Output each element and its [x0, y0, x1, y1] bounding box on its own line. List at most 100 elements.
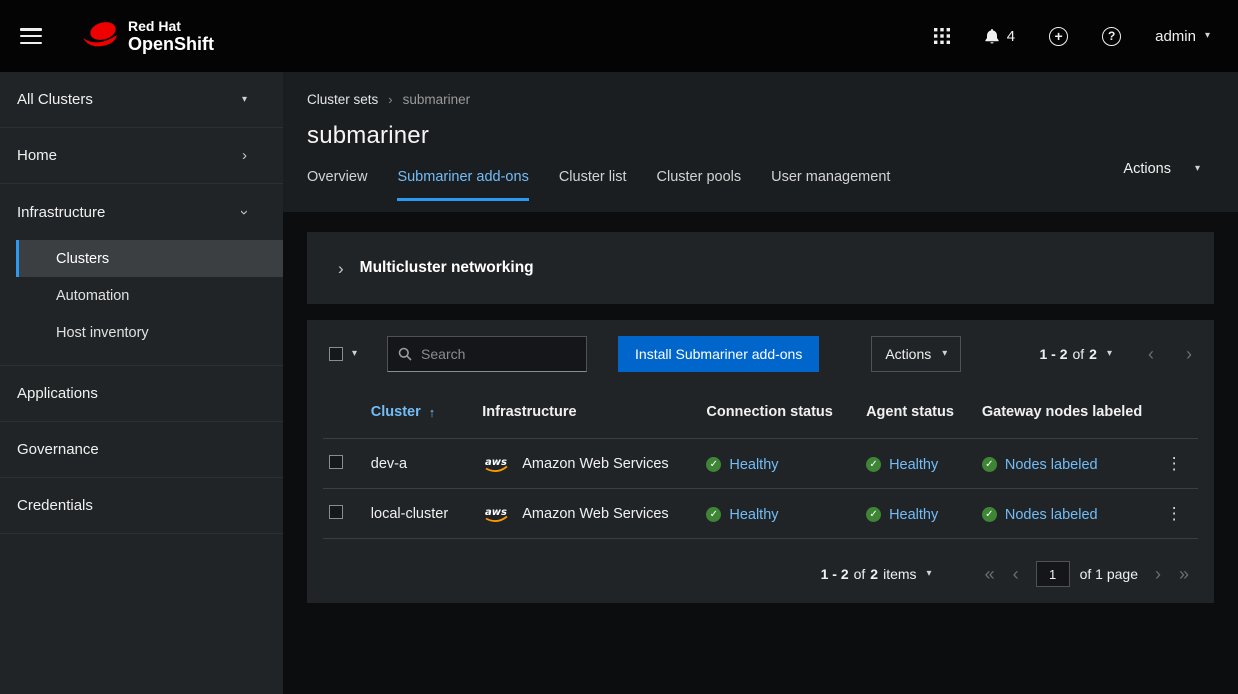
tab-overview[interactable]: Overview	[307, 169, 367, 201]
breadcrumb-link-cluster-sets[interactable]: Cluster sets	[307, 92, 378, 107]
tab-cluster-pools[interactable]: Cluster pools	[657, 169, 742, 201]
prev-page-button[interactable]: ‹	[1142, 345, 1160, 363]
aws-icon: aws	[482, 504, 512, 524]
next-page-button[interactable]: ›	[1146, 565, 1170, 583]
notification-count-badge: 4	[1007, 28, 1015, 45]
row-checkbox[interactable]	[329, 455, 343, 469]
sidebar-item-governance[interactable]: Governance	[0, 422, 283, 478]
cluster-name: dev-a	[371, 456, 407, 472]
bulk-select-checkbox[interactable]	[329, 347, 343, 361]
page-number-input[interactable]	[1036, 561, 1070, 587]
caret-down-icon: ▾	[1107, 349, 1112, 359]
quick-create-button[interactable]: +	[1049, 27, 1068, 46]
redhat-openshift-logo: Red Hat OpenShift	[80, 18, 214, 55]
row-checkbox[interactable]	[329, 505, 343, 519]
nav-toggle-button[interactable]	[20, 28, 42, 44]
tab-user-management[interactable]: User management	[771, 169, 890, 201]
sidebar-item-label: Governance	[17, 441, 99, 458]
breadcrumb-current: submariner	[403, 92, 471, 107]
sidebar-item-infrastructure[interactable]: Infrastructure ›	[0, 184, 283, 240]
infrastructure-label: Amazon Web Services	[522, 506, 668, 522]
breadcrumb-separator-icon: ›	[388, 92, 392, 107]
row-select-cell	[323, 439, 363, 489]
sidebar-item-label: Home	[17, 147, 57, 164]
column-header-actions	[1150, 400, 1198, 439]
last-page-button[interactable]: »	[1170, 565, 1198, 583]
chevron-right-icon: ›	[242, 148, 247, 163]
svg-text:aws: aws	[485, 457, 507, 468]
brand-line2: OpenShift	[128, 34, 214, 55]
page-title: submariner	[307, 122, 1214, 150]
app-launcher-button[interactable]	[934, 28, 950, 44]
apps-grid-icon	[934, 28, 950, 44]
pagination-items-label: items	[883, 566, 916, 582]
first-page-button[interactable]: «	[976, 565, 1004, 583]
bulk-select-dropdown[interactable]: ▾	[323, 347, 363, 361]
sidebar-item-home[interactable]: Home ›	[0, 128, 283, 184]
sidebar-subnav: Clusters Automation Host inventory	[0, 240, 283, 365]
column-header-gateway-nodes: Gateway nodes labeled	[974, 400, 1150, 439]
toolbar-actions-dropdown[interactable]: Actions ▾	[871, 336, 961, 372]
prev-page-button[interactable]: ‹	[1004, 565, 1028, 583]
sidebar-item-credentials[interactable]: Credentials	[0, 478, 283, 534]
pagination-of: of	[854, 566, 866, 582]
sidebar-item-label: Host inventory	[56, 325, 149, 341]
next-page-button[interactable]: ›	[1180, 345, 1198, 363]
page-actions-dropdown[interactable]: Actions ▾	[1123, 161, 1200, 177]
sidebar-item-label: Credentials	[17, 497, 93, 514]
row-actions-cell: ⋮	[1150, 439, 1198, 489]
user-menu-button[interactable]: admin ▾	[1155, 28, 1210, 45]
sidebar-group-infrastructure: Infrastructure › Clusters Automation Hos…	[0, 184, 283, 366]
sidebar-item-label: Clusters	[56, 251, 109, 267]
page-content: › Multicluster networking ▾	[283, 212, 1238, 694]
row-kebab-button[interactable]: ⋮	[1166, 454, 1183, 474]
search-input[interactable]	[421, 346, 576, 362]
pagination-menu-toggle[interactable]: 1 - 2 of 2 ▾	[1039, 346, 1112, 362]
main-content: Cluster sets › submariner submariner Act…	[283, 72, 1238, 694]
infrastructure-cell: aws Amazon Web Services	[474, 439, 698, 489]
cluster-selector-label: All Clusters	[17, 91, 93, 108]
svg-text:aws: aws	[485, 507, 507, 518]
sidebar-item-host-inventory[interactable]: Host inventory	[0, 314, 283, 351]
caret-down-icon: ▾	[927, 569, 932, 579]
pagination-total: 2	[1089, 346, 1097, 362]
chevron-right-icon: ›	[338, 260, 344, 277]
tab-cluster-list[interactable]: Cluster list	[559, 169, 627, 201]
row-actions-cell: ⋮	[1150, 489, 1198, 539]
cluster-name: local-cluster	[371, 506, 448, 522]
column-header-infrastructure: Infrastructure	[474, 400, 698, 439]
notifications-button[interactable]: 4	[984, 28, 1015, 45]
sidebar-item-clusters[interactable]: Clusters	[16, 240, 283, 277]
help-button[interactable]: ?	[1102, 27, 1121, 46]
connection-status-link[interactable]: ✓ Healthy	[706, 507, 778, 523]
status-label: Nodes labeled	[1005, 457, 1098, 473]
install-submariner-button[interactable]: Install Submariner add-ons	[618, 336, 819, 372]
submariner-table-card: ▾ Install Submariner add-ons Actions	[307, 320, 1214, 603]
row-kebab-button[interactable]: ⋮	[1166, 504, 1183, 524]
gateway-status-link[interactable]: ✓ Nodes labeled	[982, 457, 1098, 473]
agent-status-link[interactable]: ✓ Healthy	[866, 457, 938, 473]
check-circle-icon: ✓	[982, 507, 997, 522]
column-sort-button[interactable]: Cluster ↑	[371, 404, 435, 420]
sidebar-item-applications[interactable]: Applications	[0, 366, 283, 422]
sidebar-nav: All Clusters ▾ Home › Infrastructure › C…	[0, 72, 283, 694]
sort-ascending-icon: ↑	[429, 405, 436, 420]
gateway-status-link[interactable]: ✓ Nodes labeled	[982, 507, 1098, 523]
agent-status-cell: ✓ Healthy	[858, 439, 974, 489]
multicluster-networking-expandable[interactable]: › Multicluster networking	[307, 232, 1214, 304]
connection-status-link[interactable]: ✓ Healthy	[706, 457, 778, 473]
body-row: All Clusters ▾ Home › Infrastructure › C…	[0, 72, 1238, 694]
agent-status-link[interactable]: ✓ Healthy	[866, 507, 938, 523]
agent-status-cell: ✓ Healthy	[858, 489, 974, 539]
caret-down-icon: ▾	[942, 349, 947, 359]
question-circle-icon: ?	[1102, 27, 1121, 46]
check-circle-icon: ✓	[706, 457, 721, 472]
table-header-row: Cluster ↑ Infrastructure Connection stat…	[323, 400, 1198, 439]
items-per-page-toggle[interactable]: 1 - 2 of 2 items ▾	[821, 566, 932, 582]
sidebar-item-automation[interactable]: Automation	[0, 277, 283, 314]
status-label: Healthy	[889, 507, 938, 523]
tab-submariner-add-ons[interactable]: Submariner add-ons	[397, 169, 528, 201]
sidebar-item-label: Applications	[17, 385, 98, 402]
cluster-selector-dropdown[interactable]: All Clusters ▾	[0, 72, 283, 128]
masthead-utilities: 4 + ? admin ▾	[934, 27, 1210, 46]
